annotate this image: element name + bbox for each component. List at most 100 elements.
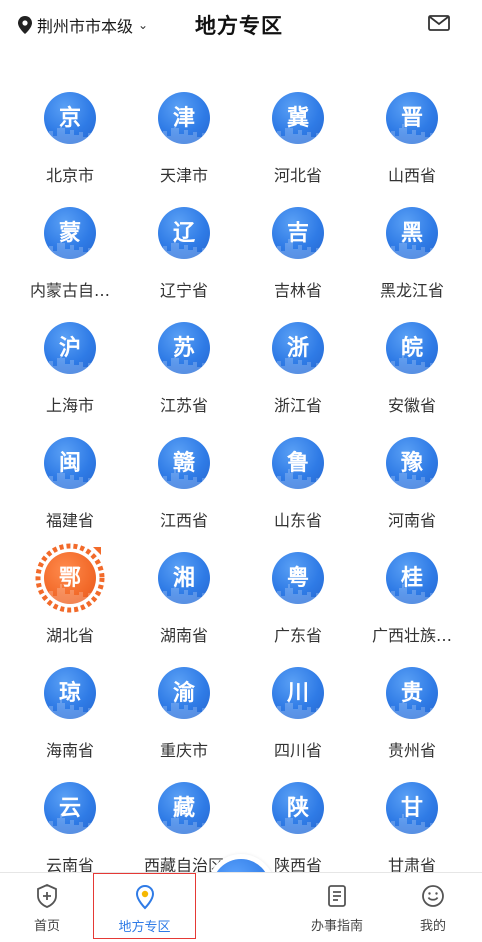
region-label: 浙江省 <box>273 396 322 415</box>
location-pin-icon <box>135 884 154 910</box>
region-item[interactable]: 鄂湖北省 <box>10 543 130 652</box>
region-badge: 赣 <box>158 437 210 489</box>
region-item[interactable]: 赣江西省 <box>124 437 244 537</box>
region-item[interactable]: 皖安徽省 <box>352 322 472 422</box>
region-label: 安徽省 <box>387 396 436 415</box>
region-item[interactable]: 沪上海市 <box>10 322 130 422</box>
region-item[interactable]: 冀河北省 <box>238 92 358 192</box>
top-bar: 荆州市市本级 ⌄ 地方专区 <box>0 0 482 52</box>
tab-home[interactable]: 首页 <box>14 873 80 939</box>
shield-home-icon <box>37 884 57 908</box>
region-badge: 沪 <box>44 322 96 374</box>
region-item[interactable]: 鲁山东省 <box>238 437 358 537</box>
region-glyph: 津 <box>172 105 195 131</box>
region-glyph: 川 <box>286 680 309 706</box>
region-item[interactable]: 辽辽宁省 <box>124 207 244 307</box>
region-badge: 浙 <box>272 322 324 374</box>
tab-guide-label: 办事指南 <box>310 919 363 934</box>
region-glyph: 湘 <box>172 565 195 591</box>
region-item[interactable]: 黑黑龙江省 <box>352 207 472 307</box>
region-label: 山东省 <box>273 511 322 530</box>
region-badge: 津 <box>158 92 210 144</box>
region-badge: 陕 <box>272 782 324 834</box>
region-glyph: 蒙 <box>58 220 81 246</box>
region-item[interactable]: 甘甘肃省 <box>352 782 472 882</box>
region-item[interactable]: 苏江苏省 <box>124 322 244 422</box>
region-glyph: 豫 <box>400 450 423 476</box>
region-badge: 桂 <box>386 552 438 604</box>
region-badge: 琼 <box>44 667 96 719</box>
region-glyph: 晋 <box>400 105 423 131</box>
region-label: 海南省 <box>45 741 94 760</box>
region-badge: 湘 <box>158 552 210 604</box>
region-badge: 藏 <box>158 782 210 834</box>
region-label: 内蒙古自… <box>29 281 110 300</box>
region-glyph: 桂 <box>400 565 423 591</box>
region-item[interactable]: 桂广西壮族… <box>352 552 472 652</box>
region-label: 重庆市 <box>159 741 208 760</box>
region-label: 河南省 <box>387 511 436 530</box>
region-item[interactable]: 粤广东省 <box>238 552 358 652</box>
tab-local[interactable]: 地方专区 <box>93 873 196 939</box>
region-label: 北京市 <box>45 166 94 185</box>
region-badge: 豫 <box>386 437 438 489</box>
region-glyph: 云 <box>58 795 81 821</box>
region-badge: 鄂 <box>44 552 96 604</box>
region-item[interactable]: 贵贵州省 <box>352 667 472 767</box>
region-badge: 粤 <box>272 552 324 604</box>
region-glyph: 渝 <box>172 680 195 706</box>
region-badge: 皖 <box>386 322 438 374</box>
region-item[interactable]: 津天津市 <box>124 92 244 192</box>
location-pin-icon <box>18 16 32 34</box>
region-label: 广东省 <box>273 626 322 645</box>
region-item[interactable]: 湘湖南省 <box>124 552 244 652</box>
region-item[interactable]: 浙浙江省 <box>238 322 358 422</box>
region-item[interactable]: 豫河南省 <box>352 437 472 537</box>
region-glyph: 陕 <box>286 795 309 821</box>
region-badge: 渝 <box>158 667 210 719</box>
region-badge: 闽 <box>44 437 96 489</box>
region-glyph: 藏 <box>172 795 195 821</box>
region-item[interactable]: 闽福建省 <box>10 437 130 537</box>
region-label: 广西壮族… <box>371 626 452 645</box>
region-label: 黑龙江省 <box>379 281 444 300</box>
region-item[interactable]: 云云南省 <box>10 782 130 882</box>
tab-guide[interactable]: 办事指南 <box>300 873 374 939</box>
region-badge: 蒙 <box>44 207 96 259</box>
region-label: 江苏省 <box>159 396 208 415</box>
region-label: 山西省 <box>387 166 436 185</box>
document-icon <box>328 885 346 907</box>
region-item[interactable]: 京北京市 <box>10 92 130 192</box>
region-item[interactable]: 渝重庆市 <box>124 667 244 767</box>
region-badge: 黑 <box>386 207 438 259</box>
page-title: 地方专区 <box>195 14 283 38</box>
region-label: 湖北省 <box>45 626 94 645</box>
region-label: 河北省 <box>273 166 322 185</box>
region-item[interactable]: 蒙内蒙古自… <box>10 207 130 307</box>
region-label: 福建省 <box>45 511 94 530</box>
region-item[interactable]: 琼海南省 <box>10 667 130 767</box>
region-item[interactable]: 晋山西省 <box>352 92 472 192</box>
region-badge: 冀 <box>272 92 324 144</box>
region-item[interactable]: 川四川省 <box>238 667 358 767</box>
location-selector[interactable]: 荆州市市本级 ⌄ <box>18 13 148 37</box>
region-label: 湖南省 <box>159 626 208 645</box>
region-item[interactable]: 吉吉林省 <box>238 207 358 307</box>
tab-mine-label: 我的 <box>419 919 446 934</box>
region-badge: 川 <box>272 667 324 719</box>
tab-mine[interactable]: 我的 <box>402 873 464 939</box>
mail-icon[interactable] <box>428 15 450 31</box>
region-glyph: 苏 <box>172 335 195 361</box>
region-glyph: 皖 <box>400 335 423 361</box>
region-glyph: 赣 <box>172 450 195 476</box>
region-badge: 苏 <box>158 322 210 374</box>
region-glyph: 浙 <box>286 335 309 361</box>
region-label: 上海市 <box>45 396 94 415</box>
region-badge: 云 <box>44 782 96 834</box>
region-glyph: 粤 <box>286 565 309 591</box>
region-label: 吉林省 <box>273 281 322 300</box>
smiley-icon <box>422 885 444 907</box>
region-badge: 晋 <box>386 92 438 144</box>
region-label: 江西省 <box>159 511 208 530</box>
location-label: 荆州市市本级 <box>37 17 134 36</box>
